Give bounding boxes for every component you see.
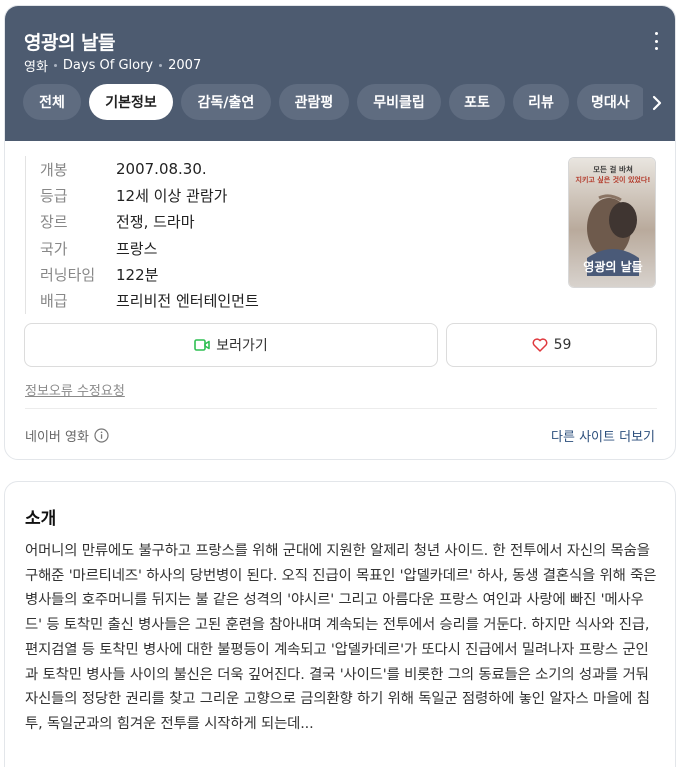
like-count: 59 [553,337,572,353]
watch-button-label: 보러가기 [216,338,268,354]
movie-category: 영화 [24,60,48,75]
other-sites-link[interactable]: 다른 사이트 더보기 [551,426,655,445]
info-value: 프랑스 [116,239,158,258]
watch-button[interactable]: 보러가기 [24,323,438,367]
report-error-link[interactable]: 정보오류 수정요청 [25,380,125,399]
source-name: 네이버 영화 [25,430,89,445]
info-row-country: 국가 프랑스 [40,235,259,261]
chevron-right-icon[interactable] [645,91,669,115]
tab-bar: 전체 기본정보 감독/출연 관람평 무비클립 포토 리뷰 명대사 [23,84,643,120]
info-value: 12세 이상 관람가 [116,186,228,205]
info-row-release: 개봉 2007.08.30. [40,156,259,182]
intro-body: 어머니의 만류에도 불구하고 프랑스를 위해 군대에 지원한 알제리 청년 사이… [25,543,657,732]
separator-dot [53,64,57,67]
tab-director-cast[interactable]: 감독/출연 [181,84,271,120]
movie-poster[interactable]: 모든 걸 바쳐 지키고 싶은 것이 있었다! 영광의 날들 [568,157,656,288]
info-key: 장르 [40,213,68,232]
divider [25,408,657,409]
info-row-genre: 장르 전쟁, 드라마 [40,209,259,235]
basic-info-list: 개봉 2007.08.30. 등급 12세 이상 관람가 장르 전쟁, 드라마 국가 프… [25,156,259,314]
poster-tagline: 모든 걸 바쳐 [593,164,633,174]
intro-card: 소개 어머니의 만류에도 불구하고 프랑스를 위해 군대에 지원한 알제리 청년… [4,481,676,767]
info-key: 러닝타임 [40,265,96,284]
movie-info-card: 영광의 날들 영화 Days Of Glory 2007 전체 기본정보 감독/… [4,5,676,460]
heart-icon [532,338,548,352]
info-row-distributor: 배급 프리비전 엔터테인먼트 [40,287,259,313]
info-value: 122분 [116,265,159,284]
info-value: 전쟁, 드라마 [116,213,195,232]
intro-heading: 소개 [25,509,57,529]
movie-title[interactable]: 영광의 날들 [24,28,116,55]
movie-meta: 영화 Days Of Glory 2007 [24,56,201,75]
movie-header: 영광의 날들 영화 Days Of Glory 2007 전체 기본정보 감독/… [5,6,675,141]
tab-review[interactable]: 리뷰 [513,84,569,120]
tab-reviews-audience[interactable]: 관람평 [279,84,349,120]
video-camera-icon [194,339,211,351]
info-row-runtime: 러닝타임 122분 [40,261,259,287]
info-icon[interactable] [94,428,109,443]
tab-all[interactable]: 전체 [23,84,81,120]
info-value[interactable]: 프리비전 엔터테인먼트 [116,290,259,311]
tab-quotes[interactable]: 명대사 [577,84,643,120]
tab-photo[interactable]: 포토 [449,84,505,120]
tab-movie-clip[interactable]: 무비클립 [357,84,441,120]
like-button[interactable]: 59 [446,323,657,367]
poster-tagline-sub: 지키고 싶은 것이 있었다! [576,175,651,184]
info-key: 국가 [40,239,68,258]
info-key: 등급 [40,186,68,205]
separator-dot [159,64,163,67]
tab-basic-info[interactable]: 기본정보 [89,84,173,120]
info-value: 2007.08.30. [116,160,207,179]
info-row-rating: 등급 12세 이상 관람가 [40,182,259,208]
info-key: 배급 [40,292,68,311]
movie-year: 2007 [168,58,202,73]
movie-english-title: Days Of Glory [62,58,154,73]
info-key: 개봉 [40,160,68,179]
poster-title: 영광의 날들 [583,259,642,274]
source-label: 네이버 영화 [25,426,109,445]
more-options-icon[interactable] [649,32,663,50]
